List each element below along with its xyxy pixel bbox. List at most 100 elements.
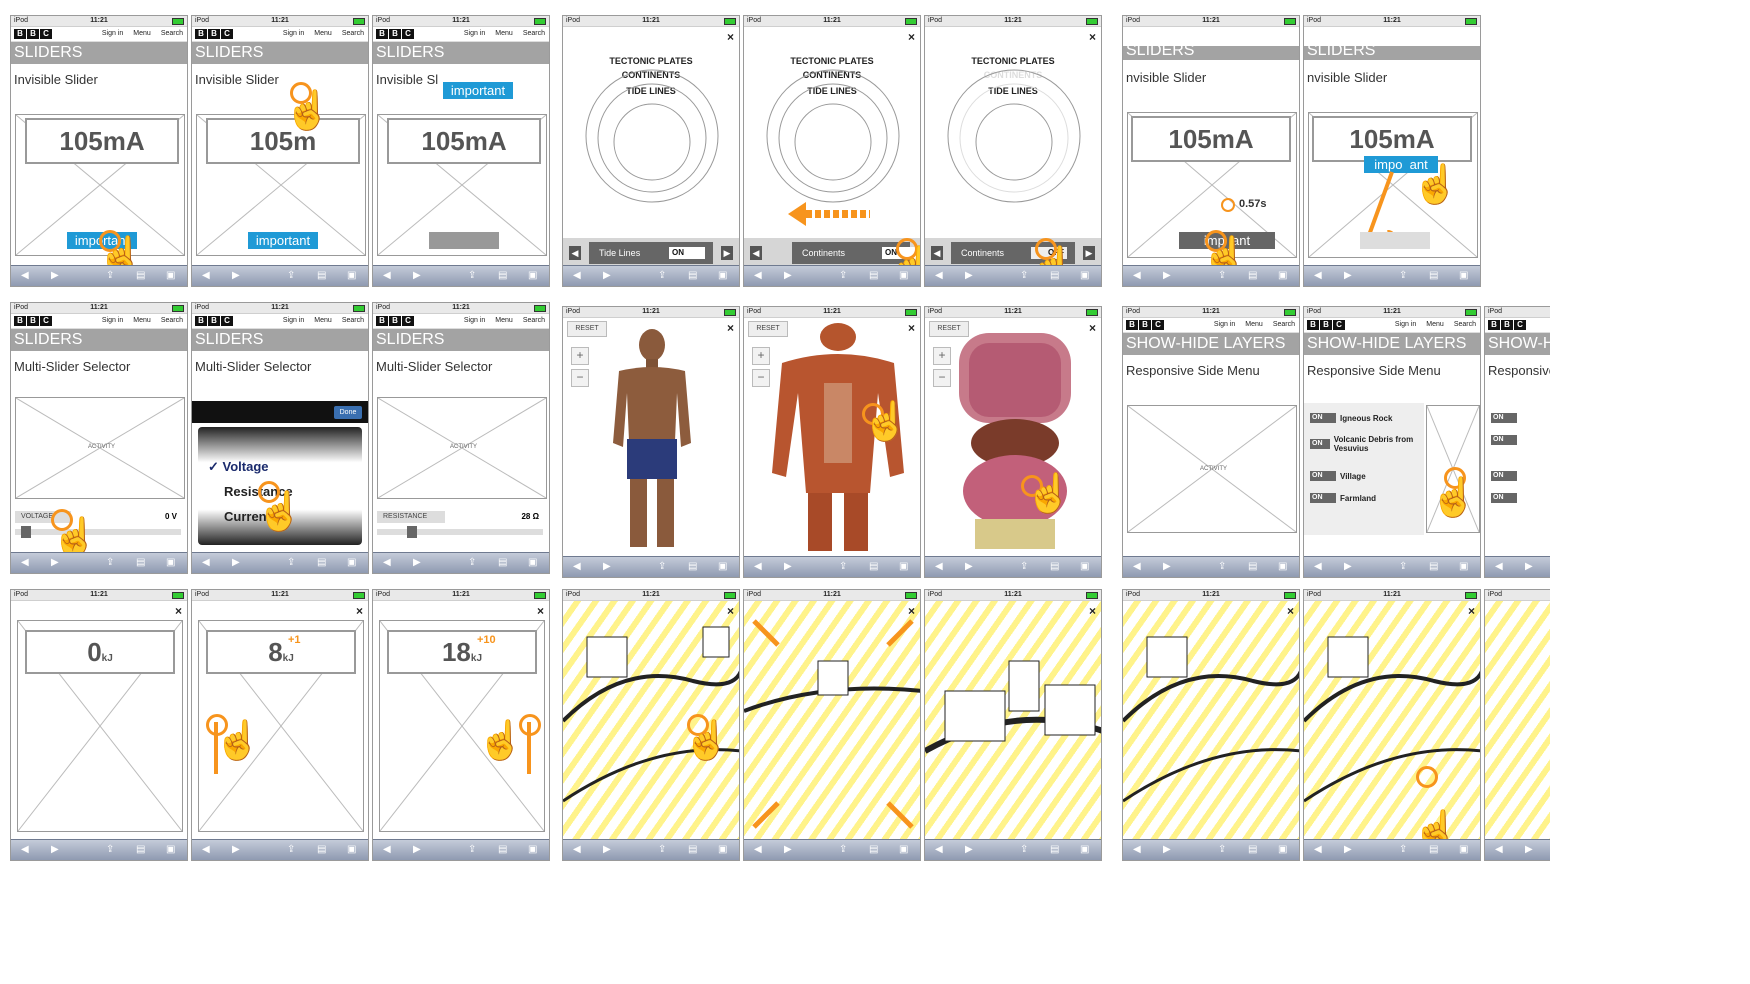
close-icon[interactable]: ×: [1468, 604, 1475, 618]
tabs-icon[interactable]: ▣: [899, 844, 908, 855]
tabs-icon[interactable]: ▣: [1278, 270, 1287, 281]
prev-layer-button[interactable]: ◀: [750, 246, 762, 260]
tabs-icon[interactable]: ▣: [528, 557, 537, 568]
next-layer-button[interactable]: ▶: [721, 246, 733, 260]
forward-icon[interactable]: ▶: [1344, 561, 1352, 572]
menu-link[interactable]: Menu: [495, 317, 513, 324]
bookmarks-icon[interactable]: ▤: [869, 561, 878, 572]
share-icon[interactable]: ⇪: [1020, 844, 1028, 855]
picker-option-voltage[interactable]: ✓ Voltage: [208, 459, 269, 475]
important-button-moved[interactable]: important: [443, 82, 513, 99]
back-icon[interactable]: ◀: [383, 844, 391, 855]
layer-toggle[interactable]: ON: [1310, 439, 1330, 449]
share-icon[interactable]: ⇪: [287, 270, 295, 281]
layer-toggle[interactable]: ON: [1310, 493, 1336, 503]
back-icon[interactable]: ◀: [935, 270, 943, 281]
forward-icon[interactable]: ▶: [51, 557, 59, 568]
bookmarks-icon[interactable]: ▤: [688, 561, 697, 572]
back-icon[interactable]: ◀: [1133, 270, 1141, 281]
back-icon[interactable]: ◀: [21, 557, 29, 568]
tabs-icon[interactable]: ▣: [166, 270, 175, 281]
tabs-icon[interactable]: ▣: [1080, 270, 1089, 281]
forward-icon[interactable]: ▶: [965, 561, 973, 572]
tabs-icon[interactable]: ▣: [347, 557, 356, 568]
done-button[interactable]: Done: [334, 406, 362, 419]
layer-volcanic-debris[interactable]: ON Volcanic Debris from Vesuvius: [1310, 435, 1420, 453]
back-icon[interactable]: ◀: [935, 561, 943, 572]
sign-in-link[interactable]: Sign in: [283, 317, 304, 324]
search-link[interactable]: Search: [523, 317, 545, 324]
forward-icon[interactable]: ▶: [603, 270, 611, 281]
close-icon[interactable]: ×: [537, 604, 544, 618]
search-link[interactable]: Search: [1454, 321, 1476, 328]
prev-layer-button[interactable]: ◀: [931, 246, 943, 260]
menu-link[interactable]: Menu: [495, 30, 513, 37]
forward-icon[interactable]: ▶: [1344, 270, 1352, 281]
close-icon[interactable]: ×: [908, 604, 915, 618]
forward-icon[interactable]: ▶: [1344, 844, 1352, 855]
back-icon[interactable]: ◀: [202, 270, 210, 281]
important-button[interactable]: important: [248, 232, 318, 249]
forward-icon[interactable]: ▶: [51, 844, 59, 855]
forward-icon[interactable]: ▶: [784, 844, 792, 855]
share-icon[interactable]: ⇪: [658, 844, 666, 855]
tabs-icon[interactable]: ▣: [528, 270, 537, 281]
tabs-icon[interactable]: ▣: [718, 844, 727, 855]
bookmarks-icon[interactable]: ▤: [869, 270, 878, 281]
back-icon[interactable]: ◀: [754, 270, 762, 281]
forward-icon[interactable]: ▶: [603, 844, 611, 855]
back-icon[interactable]: ◀: [383, 270, 391, 281]
search-link[interactable]: Search: [161, 30, 183, 37]
share-icon[interactable]: ⇪: [1399, 844, 1407, 855]
share-icon[interactable]: ⇪: [106, 844, 114, 855]
forward-icon[interactable]: ▶: [784, 561, 792, 572]
voltage-slider-handle[interactable]: [21, 526, 31, 538]
back-icon[interactable]: ◀: [573, 270, 581, 281]
prev-layer-button[interactable]: ◀: [569, 246, 581, 260]
bookmarks-icon[interactable]: ▤: [136, 270, 145, 281]
bookmarks-icon[interactable]: ▤: [688, 844, 697, 855]
back-icon[interactable]: ◀: [1314, 561, 1322, 572]
tabs-icon[interactable]: ▣: [718, 270, 727, 281]
menu-link[interactable]: Menu: [1245, 321, 1263, 328]
close-icon[interactable]: ×: [727, 30, 734, 44]
back-icon[interactable]: ◀: [21, 270, 29, 281]
bookmarks-icon[interactable]: ▤: [498, 557, 507, 568]
menu-link[interactable]: Menu: [314, 30, 332, 37]
resistance-selector[interactable]: RESISTANCE: [377, 511, 445, 523]
bookmarks-icon[interactable]: ▤: [136, 557, 145, 568]
bookmarks-icon[interactable]: ▤: [136, 844, 145, 855]
close-icon[interactable]: ×: [908, 321, 915, 335]
forward-icon[interactable]: ▶: [1525, 844, 1533, 855]
bookmarks-icon[interactable]: ▤: [317, 270, 326, 281]
tabs-icon[interactable]: ▣: [899, 270, 908, 281]
back-icon[interactable]: ◀: [1133, 561, 1141, 572]
bookmarks-icon[interactable]: ▤: [1248, 561, 1257, 572]
share-icon[interactable]: ⇪: [468, 844, 476, 855]
close-icon[interactable]: ×: [727, 321, 734, 335]
forward-icon[interactable]: ▶: [784, 270, 792, 281]
bookmarks-icon[interactable]: ▤: [1429, 561, 1438, 572]
bookmarks-icon[interactable]: ▤: [1050, 270, 1059, 281]
sign-in-link[interactable]: Sign in: [464, 30, 485, 37]
bookmarks-icon[interactable]: ▤: [1248, 270, 1257, 281]
back-icon[interactable]: ◀: [754, 844, 762, 855]
layer-toggle[interactable]: ON: [669, 247, 705, 259]
menu-link[interactable]: Menu: [133, 317, 151, 324]
back-icon[interactable]: ◀: [1133, 844, 1141, 855]
back-icon[interactable]: ◀: [383, 557, 391, 568]
forward-icon[interactable]: ▶: [413, 844, 421, 855]
search-link[interactable]: Search: [342, 30, 364, 37]
bookmarks-icon[interactable]: ▤: [688, 270, 697, 281]
zoom-out-button[interactable]: −: [571, 369, 589, 387]
resistance-slider-handle[interactable]: [407, 526, 417, 538]
search-link[interactable]: Search: [523, 30, 545, 37]
tabs-icon[interactable]: ▣: [1459, 270, 1468, 281]
close-icon[interactable]: ×: [1287, 604, 1294, 618]
tabs-icon[interactable]: ▣: [347, 844, 356, 855]
share-icon[interactable]: ⇪: [658, 561, 666, 572]
close-icon[interactable]: ×: [356, 604, 363, 618]
back-icon[interactable]: ◀: [935, 844, 943, 855]
close-icon[interactable]: ×: [1089, 30, 1096, 44]
share-icon[interactable]: ⇪: [468, 270, 476, 281]
